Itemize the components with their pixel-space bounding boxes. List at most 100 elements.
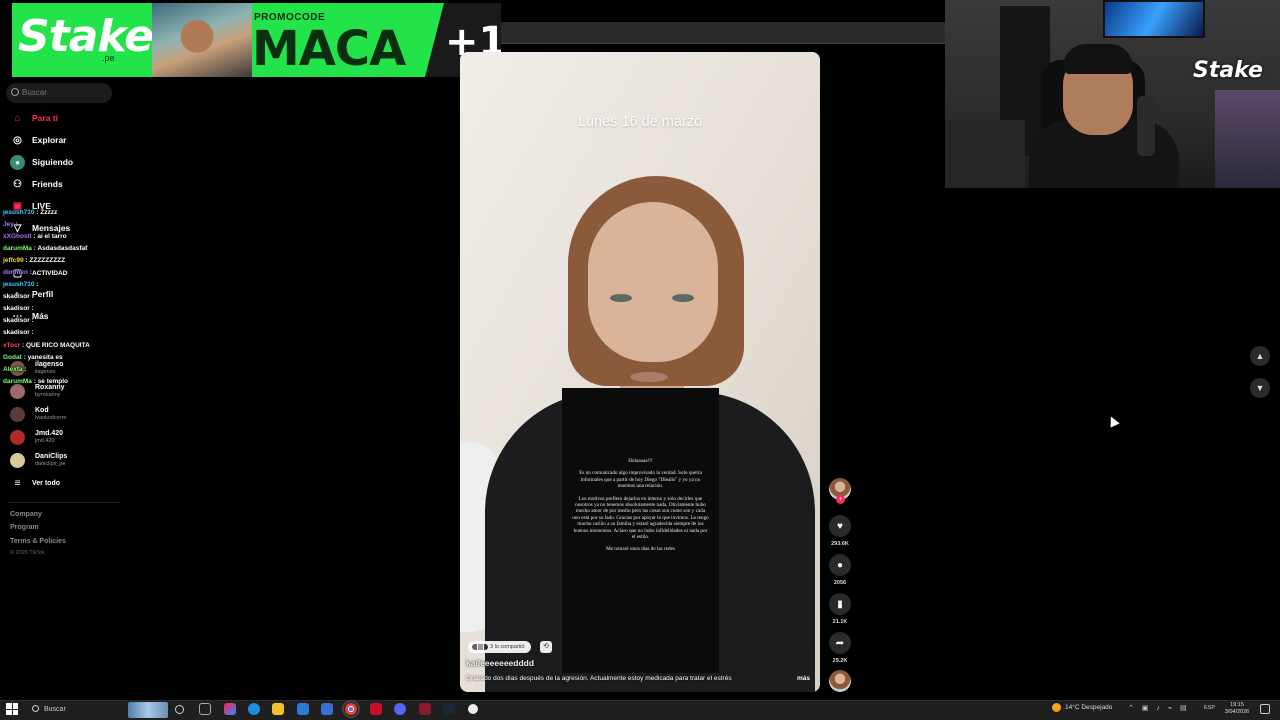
following-account[interactable]: Jmd.420 jmd.420	[10, 426, 63, 448]
nav-item-explore[interactable]: ◎ Explorar	[10, 131, 67, 149]
nav-item-following[interactable]: ● Siguiendo	[10, 153, 73, 171]
search-input[interactable]: Buscar	[6, 83, 112, 103]
shared-badge[interactable]: 3 lo compartió	[468, 641, 531, 653]
streamer-webcam: Stake	[945, 0, 1280, 188]
chat-message: xXGhostl : ai el tarro	[3, 233, 67, 240]
following-account[interactable]: DaniClips daniclips_pe	[10, 449, 67, 471]
chat-message: skadisor :	[3, 329, 34, 336]
account-name: DaniClips	[35, 452, 68, 460]
nav-label: Explorar	[32, 135, 67, 145]
cam-shelf	[945, 120, 1025, 188]
account-handle: byroxanny	[35, 391, 61, 398]
comment-button[interactable]: ● 2056	[829, 554, 851, 586]
repost-icon[interactable]: ⟲	[540, 641, 552, 653]
footer-company-link[interactable]: Company	[10, 511, 42, 518]
compass-icon: ◎	[13, 134, 22, 146]
notification-icon[interactable]	[1260, 704, 1270, 714]
share-count: 29.2K	[832, 658, 848, 664]
chat-username: jeffc99	[3, 257, 24, 264]
store-icon[interactable]	[297, 703, 309, 715]
nav-label: Friends	[32, 179, 63, 189]
avatar	[10, 452, 25, 468]
cam-tv	[1103, 0, 1205, 38]
next-video-button[interactable]: ▼	[1250, 378, 1270, 398]
chat-separator: :	[29, 293, 34, 300]
game-icon[interactable]	[419, 703, 431, 715]
footer-terms-link[interactable]: Terms & Policies	[10, 538, 66, 545]
video-statement-note: Holaaaaa!!! Es un comunicado algo improv…	[562, 388, 719, 673]
nav-label: Para ti	[32, 113, 58, 123]
chat-text: se templo	[37, 378, 69, 385]
video-author[interactable]: kaileeeeeeedddd	[466, 658, 534, 668]
video-subject-eye	[610, 294, 632, 302]
recorder-icon[interactable]	[370, 703, 382, 715]
browser-address-bar[interactable]	[500, 22, 945, 44]
promo-banner[interactable]: Stake .pe PROMOCODE MACA +18	[12, 3, 501, 77]
chat-username: skadisor	[3, 329, 30, 336]
copilot-icon[interactable]	[224, 703, 236, 715]
see-all-link[interactable]: ≡ Ver todo	[10, 474, 60, 492]
music-disc[interactable]	[829, 670, 851, 692]
footer-program-link[interactable]: Program	[10, 524, 39, 531]
taskbar-clock[interactable]: 19:15 3/04/2026	[1222, 702, 1252, 716]
chat-text: QUE RICO MAQUITA	[26, 342, 90, 349]
system-tray-icons[interactable]: ⌃ ▣ ♪ ⌁ ▤	[1128, 704, 1190, 712]
discord-icon[interactable]	[394, 703, 406, 715]
task-view-icon[interactable]	[199, 703, 211, 715]
share-button[interactable]: ➦ 29.2K	[829, 632, 851, 664]
mouse-cursor-icon	[1106, 414, 1120, 428]
chat-username: jesush710	[3, 209, 35, 216]
heart-icon: ♥	[829, 515, 851, 537]
chat-message: Godat : yanesita es	[3, 354, 63, 361]
obs-icon[interactable]	[468, 704, 478, 714]
video-player[interactable]: Lunes 16 de marzo Holaaaaa!!! Es un comu…	[460, 52, 820, 692]
weather-text: 14°C Despejado	[1065, 704, 1113, 712]
language-indicator[interactable]: ESP	[1204, 705, 1215, 711]
chevron-up-icon: ▲	[1255, 351, 1265, 361]
nav-item-for-you[interactable]: ⌂ Para ti	[10, 109, 58, 127]
following-account[interactable]: Kod ivankodcerro	[10, 403, 67, 425]
chat-message: dimmen :	[3, 269, 32, 276]
chat-separator: :	[29, 305, 34, 312]
caption-more-link[interactable]: más	[797, 675, 810, 682]
chat-message: skadisor :	[3, 317, 34, 324]
nav-label: Mensajes	[32, 223, 71, 233]
save-button[interactable]: ▮ 21.1K	[829, 593, 851, 625]
nav-label: Siguiendo	[32, 157, 74, 167]
edge-icon[interactable]	[248, 703, 260, 715]
stake-logo: Stake	[18, 11, 154, 62]
mail-icon[interactable]	[321, 703, 333, 715]
video-subject-lips	[630, 372, 668, 382]
cortana-icon[interactable]	[175, 705, 184, 714]
follow-plus-icon[interactable]: +	[836, 495, 845, 504]
following-icon: ●	[10, 154, 25, 170]
chrome-icon[interactable]	[342, 700, 360, 718]
windows-start-icon[interactable]	[6, 703, 18, 715]
chat-message: skadisor :	[3, 305, 34, 312]
note-line: Holaaaaa!!!	[628, 458, 653, 464]
taskbar-weather[interactable]: 14°C Despejado	[1052, 703, 1112, 712]
chat-username: Alexfa	[3, 366, 23, 373]
note-line: Los motivos prefiero dejarlos en interno…	[572, 495, 709, 541]
avatar	[10, 429, 25, 445]
chat-text: yanesita es	[27, 354, 63, 361]
like-button[interactable]: ♥ 293.6K	[829, 515, 851, 547]
taskbar-widget-thumbnail[interactable]	[128, 702, 168, 718]
chevron-down-icon: ▼	[1255, 383, 1265, 393]
home-icon: ⌂	[14, 112, 21, 124]
cam-right-area	[1215, 90, 1280, 188]
file-explorer-icon[interactable]	[272, 703, 284, 715]
steam-icon[interactable]	[443, 703, 455, 715]
cam-stake-logo: Stake	[1193, 58, 1263, 83]
search-icon	[32, 705, 39, 712]
stake-logo-suffix: .pe	[102, 53, 115, 63]
note-line: Me tomaré unos días de las redes	[606, 546, 675, 553]
nav-label: ACTIVIDAD	[32, 269, 68, 277]
nav-item-friends[interactable]: ⚇ Friends	[10, 175, 63, 193]
cam-microphone	[1137, 96, 1155, 156]
chat-username: xTocr	[3, 342, 21, 349]
video-subject-eye	[672, 294, 694, 302]
previous-video-button[interactable]: ▲	[1250, 346, 1270, 366]
chat-separator: :	[13, 221, 18, 228]
chat-text: Asdasdasdasfaf	[37, 245, 88, 252]
